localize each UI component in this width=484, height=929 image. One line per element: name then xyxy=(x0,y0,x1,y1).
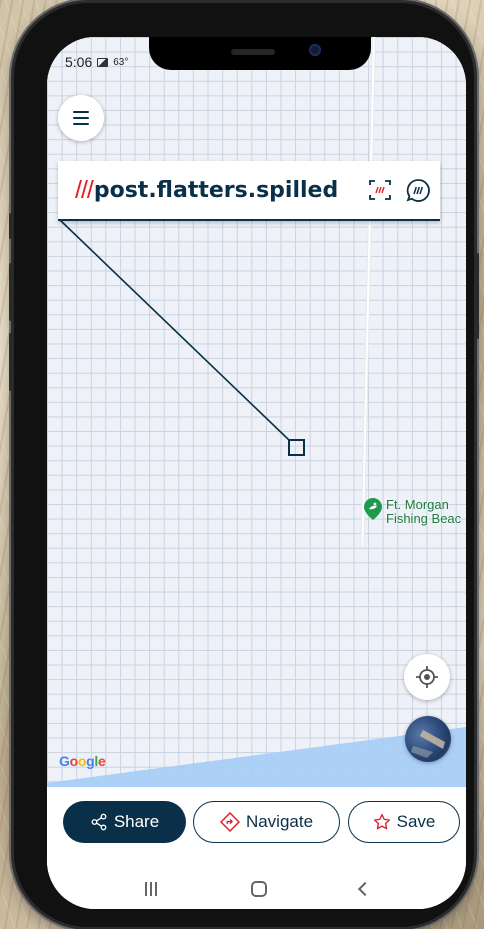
phone-notch xyxy=(149,37,371,70)
front-camera xyxy=(309,44,321,56)
phone-mute-switch xyxy=(9,213,14,239)
google-attribution: Google xyxy=(59,753,106,769)
address-card[interactable]: /// post.flatters.spilled xyxy=(58,161,440,221)
bottom-action-bar: Share Navigate Save xyxy=(47,787,466,909)
satellite-layer-thumbnail[interactable] xyxy=(405,716,451,762)
save-label: Save xyxy=(396,812,436,831)
status-temperature: 63° xyxy=(113,56,129,68)
phone-frame: Ft. Morgan Fishing Beac 5:06 63° /// pos… xyxy=(9,3,479,927)
menu-button[interactable] xyxy=(58,95,104,141)
save-button[interactable]: Save xyxy=(348,801,460,843)
poi-ft-morgan[interactable]: Ft. Morgan Fishing Beac xyxy=(364,498,461,526)
fishing-pin-icon xyxy=(364,498,382,520)
hamburger-icon-bar xyxy=(73,117,89,119)
satellite-thumb-image xyxy=(411,730,445,758)
home-icon[interactable] xyxy=(250,881,267,897)
directions-icon xyxy=(219,812,240,832)
poi-label-line1: Ft. Morgan xyxy=(386,497,449,512)
hamburger-icon-bar xyxy=(73,123,89,125)
back-icon[interactable] xyxy=(357,881,372,897)
hamburger-icon xyxy=(73,111,89,113)
w3w-slashes: /// xyxy=(75,175,94,204)
phone-power-button xyxy=(474,253,479,339)
navigate-label: Navigate xyxy=(245,812,314,831)
star-outline-icon xyxy=(373,813,390,830)
recent-apps-icon[interactable] xyxy=(144,882,158,896)
phone-volume-up xyxy=(9,263,14,321)
scan-icon[interactable] xyxy=(368,178,392,202)
share-button[interactable]: Share xyxy=(63,801,186,843)
w3w-address[interactable]: post.flatters.spilled xyxy=(94,178,338,203)
system-navigation-bar xyxy=(47,869,466,909)
navigate-button[interactable]: Navigate xyxy=(193,801,340,843)
image-notification-icon xyxy=(97,57,109,67)
share-label: Share xyxy=(113,812,160,831)
share-icon xyxy=(91,813,107,831)
phone-screen: Ft. Morgan Fishing Beac 5:06 63° /// pos… xyxy=(47,37,466,909)
locate-me-button[interactable] xyxy=(404,654,450,700)
water-area xyxy=(47,727,466,827)
address-card-actions xyxy=(368,178,431,203)
w3w-chat-icon[interactable] xyxy=(406,178,431,203)
poi-label-line2: Fishing Beac xyxy=(386,511,462,526)
earpiece-speaker xyxy=(231,49,275,55)
status-time: 5:06 xyxy=(65,54,93,70)
status-bar: 5:06 63° xyxy=(65,54,128,70)
poi-label: Ft. Morgan Fishing Beac xyxy=(386,498,461,526)
locate-crosshair-icon xyxy=(416,666,438,688)
phone-volume-down xyxy=(9,333,14,391)
